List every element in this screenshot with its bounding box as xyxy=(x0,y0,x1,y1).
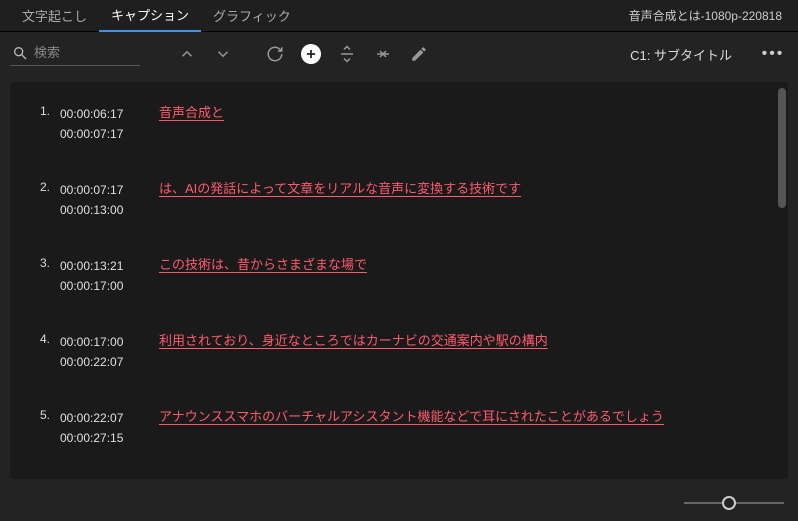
caption-list[interactable]: 1.00:00:06:1700:00:07:17音声合成と2.00:00:07:… xyxy=(10,82,774,479)
tab-graphics[interactable]: グラフィック xyxy=(201,0,303,31)
prev-caption-button[interactable] xyxy=(172,39,202,69)
caption-text[interactable]: 利用されており、身近なところではカーナビの交通案内や駅の構内 xyxy=(145,330,760,351)
caption-text[interactable]: 音声合成と xyxy=(145,102,760,123)
caption-index: 4. xyxy=(20,330,50,346)
caption-in: 00:00:07:17 xyxy=(60,180,145,200)
caption-in: 00:00:22:07 xyxy=(60,408,145,428)
caption-out: 00:00:27:15 xyxy=(60,428,145,448)
toolbar: C1: サブタイトル ••• xyxy=(0,32,798,76)
next-caption-button[interactable] xyxy=(208,39,238,69)
search-wrap xyxy=(10,43,140,66)
search-input[interactable] xyxy=(34,45,124,60)
caption-times: 00:00:17:0000:00:22:07 xyxy=(50,330,145,372)
caption-index: 5. xyxy=(20,406,50,422)
caption-in: 00:00:17:00 xyxy=(60,332,145,352)
caption-panel: 1.00:00:06:1700:00:07:17音声合成と2.00:00:07:… xyxy=(10,82,788,479)
caption-text[interactable]: アナウンススマホのバーチャルアシスタント機能などで耳にされたことがあるでしょう xyxy=(145,406,760,427)
caption-row[interactable]: 1.00:00:06:1700:00:07:17音声合成と xyxy=(20,92,760,168)
caption-row[interactable]: 2.00:00:07:1700:00:13:00は、AIの発話によって文章をリア… xyxy=(20,168,760,244)
tab-captions[interactable]: キャプション xyxy=(99,0,201,32)
caption-times: 00:00:13:2100:00:17:00 xyxy=(50,254,145,296)
caption-out: 00:00:13:00 xyxy=(60,200,145,220)
caption-in: 00:00:06:17 xyxy=(60,104,145,124)
tab-bar: 文字起こし キャプション グラフィック 音声合成とは-1080p-220818 xyxy=(0,0,798,32)
caption-times: 00:00:22:0700:00:27:15 xyxy=(50,406,145,448)
merge-caption-button[interactable] xyxy=(368,39,398,69)
caption-out: 00:00:22:07 xyxy=(60,352,145,372)
caption-out: 00:00:07:17 xyxy=(60,124,145,144)
caption-times: 00:00:07:1700:00:13:00 xyxy=(50,178,145,220)
search-icon xyxy=(12,45,28,61)
caption-index: 1. xyxy=(20,102,50,118)
caption-text[interactable]: この技術は、昔からさまざまな場で xyxy=(145,254,760,275)
caption-row[interactable]: 5.00:00:22:0700:00:27:15アナウンススマホのバーチャルアシ… xyxy=(20,396,760,472)
add-caption-button[interactable] xyxy=(301,44,321,64)
zoom-thumb[interactable] xyxy=(722,496,736,510)
project-name: 音声合成とは-1080p-220818 xyxy=(629,7,788,24)
caption-text[interactable]: は、AIの発話によって文章をリアルな音声に変換する技術です xyxy=(145,178,760,199)
caption-times: 00:00:06:1700:00:07:17 xyxy=(50,102,145,144)
caption-in: 00:00:13:21 xyxy=(60,256,145,276)
caption-out: 00:00:17:00 xyxy=(60,276,145,296)
caption-panel-outer: 1.00:00:06:1700:00:07:17音声合成と2.00:00:07:… xyxy=(0,76,798,485)
caption-row[interactable]: 4.00:00:17:0000:00:22:07利用されており、身近なところでは… xyxy=(20,320,760,396)
split-caption-button[interactable] xyxy=(332,39,362,69)
footer xyxy=(0,485,798,521)
caption-index: 2. xyxy=(20,178,50,194)
tab-transcribe[interactable]: 文字起こし xyxy=(10,0,99,31)
refresh-button[interactable] xyxy=(260,39,290,69)
track-label[interactable]: C1: サブタイトル xyxy=(630,45,732,64)
more-menu-button[interactable]: ••• xyxy=(758,45,788,63)
edit-style-button[interactable] xyxy=(404,39,434,69)
scrollbar-thumb[interactable] xyxy=(778,88,786,208)
caption-row[interactable]: 3.00:00:13:2100:00:17:00この技術は、昔からさまざまな場で xyxy=(20,244,760,320)
zoom-slider[interactable] xyxy=(684,502,784,504)
caption-index: 3. xyxy=(20,254,50,270)
caption-row[interactable]: 6.00:00:28:1400:00:31:10この実は身近なテクノロジーである xyxy=(20,472,760,479)
